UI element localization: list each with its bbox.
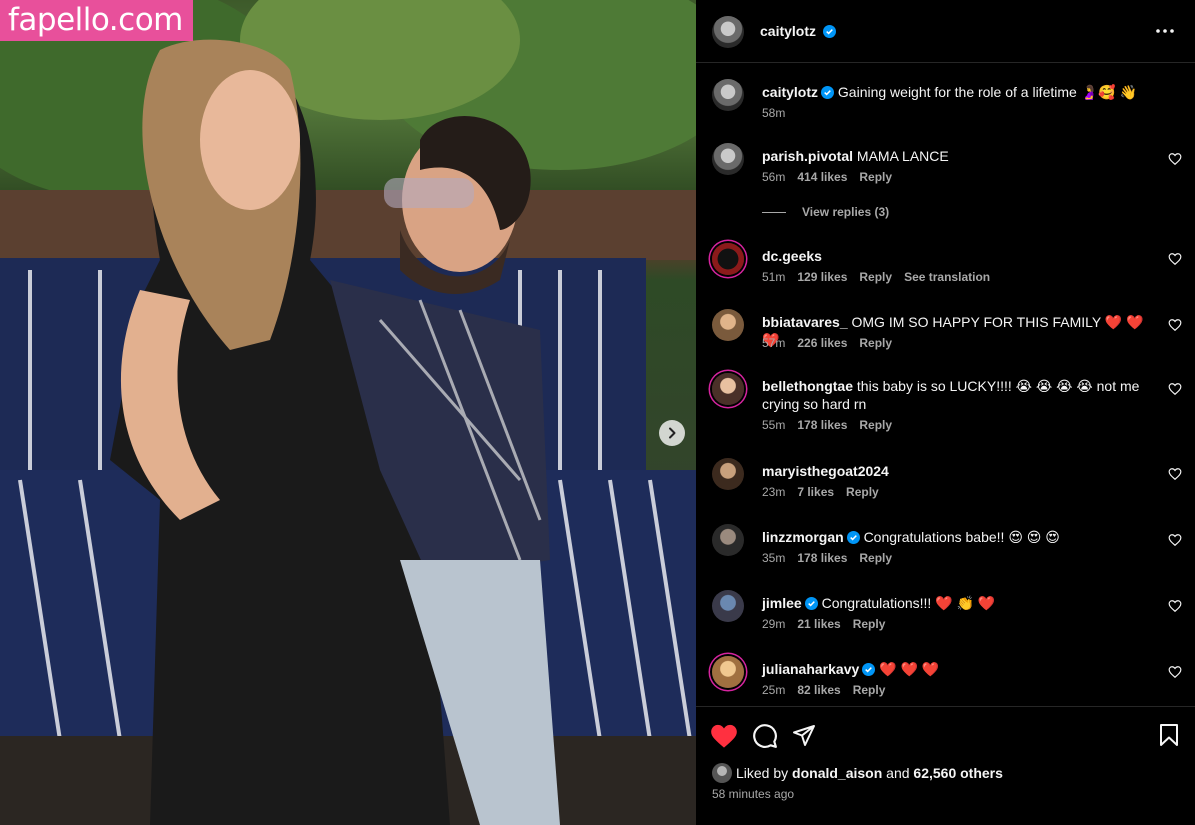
comment-time: 55m xyxy=(762,418,786,432)
like-icon[interactable] xyxy=(710,723,738,749)
comment-likes[interactable]: 178 likes xyxy=(797,418,847,432)
comment-time: 57m xyxy=(762,336,786,350)
likes-summary[interactable]: Liked by donald_aison and 62,560 others xyxy=(736,765,1003,781)
commenter-username[interactable]: jimlee xyxy=(762,595,802,611)
like-comment-icon[interactable] xyxy=(1168,152,1182,166)
post-header: caitylotz xyxy=(696,0,1195,63)
comment-time: 56m xyxy=(762,170,786,184)
commenter-avatar[interactable] xyxy=(712,590,744,622)
commenter-avatar[interactable] xyxy=(712,373,744,405)
like-comment-icon[interactable] xyxy=(1168,318,1182,332)
photo-illustration xyxy=(0,0,696,825)
reply-button[interactable]: Reply xyxy=(859,170,892,184)
caption-text: Gaining weight for the role of a lifetim… xyxy=(837,84,1137,100)
post-sidebar: caitylotz caitylotz Gaining weight for t… xyxy=(696,0,1195,825)
comment-time: 23m xyxy=(762,485,786,499)
comments-list[interactable]: caitylotz Gaining weight for the role of… xyxy=(696,64,1195,706)
caption-username[interactable]: caitylotz xyxy=(762,84,818,100)
reply-button[interactable]: Reply xyxy=(846,485,879,499)
like-comment-icon[interactable] xyxy=(1168,533,1182,547)
next-image-button[interactable] xyxy=(659,420,685,446)
comment-time: 35m xyxy=(762,551,786,565)
commenter-username[interactable]: linzzmorgan xyxy=(762,529,844,545)
commenter-username[interactable]: dc.geeks xyxy=(762,248,822,264)
comment-icon[interactable] xyxy=(752,723,778,749)
verified-badge-icon xyxy=(821,86,835,99)
comment-time: 29m xyxy=(762,617,786,631)
like-comment-icon[interactable] xyxy=(1168,382,1182,396)
verified-badge-icon xyxy=(823,25,837,38)
author-avatar[interactable] xyxy=(712,79,744,111)
like-comment-icon[interactable] xyxy=(1168,467,1182,481)
comment-likes[interactable]: 414 likes xyxy=(797,170,847,184)
bookmark-icon[interactable] xyxy=(1158,723,1180,747)
see-translation-button[interactable]: See translation xyxy=(904,270,990,284)
commenter-username[interactable]: bellethongtae xyxy=(762,378,853,394)
comment-time: 25m xyxy=(762,683,786,697)
commenter-username[interactable]: julianaharkavy xyxy=(762,661,859,677)
reply-button[interactable]: Reply xyxy=(853,617,886,631)
commenter-avatar[interactable] xyxy=(712,243,744,275)
commenter-avatar[interactable] xyxy=(712,143,744,175)
comment-likes[interactable]: 178 likes xyxy=(797,551,847,565)
verified-badge-icon xyxy=(804,597,818,610)
post-photo[interactable]: fapello.com xyxy=(0,0,696,825)
commenter-avatar[interactable] xyxy=(712,524,744,556)
comment-likes[interactable]: 7 likes xyxy=(797,485,834,499)
comment-text: ❤️ ❤️ ❤️ xyxy=(879,661,940,677)
liker-username[interactable]: donald_aison xyxy=(792,765,882,781)
reply-button[interactable]: Reply xyxy=(859,551,892,565)
watermark: fapello.com xyxy=(0,0,193,41)
post-actions: Liked by donald_aison and 62,560 others … xyxy=(696,706,1195,825)
liked-by-and: and xyxy=(886,765,910,781)
comment-likes[interactable]: 129 likes xyxy=(797,270,847,284)
like-comment-icon[interactable] xyxy=(1168,599,1182,613)
comment-text: MAMA LANCE xyxy=(856,148,949,164)
likes-count[interactable]: 62,560 others xyxy=(913,765,1003,781)
reply-button[interactable]: Reply xyxy=(853,683,886,697)
commenter-avatar[interactable] xyxy=(712,309,744,341)
commenter-username[interactable]: maryisthegoat2024 xyxy=(762,463,889,479)
more-options-icon[interactable] xyxy=(1152,22,1178,40)
commenter-username[interactable]: bbiatavares_ xyxy=(762,314,848,330)
view-replies-button[interactable]: View replies (3) xyxy=(762,205,889,219)
comment-time: 51m xyxy=(762,270,786,284)
verified-badge-icon xyxy=(846,531,860,544)
commenter-avatar[interactable] xyxy=(712,656,744,688)
chevron-right-icon xyxy=(669,427,676,439)
author-avatar[interactable] xyxy=(712,16,744,48)
author-username[interactable]: caitylotz xyxy=(760,23,816,39)
liker-avatar[interactable] xyxy=(712,763,732,783)
like-comment-icon[interactable] xyxy=(1168,665,1182,679)
caption-time: 58m xyxy=(762,106,786,120)
share-icon[interactable] xyxy=(792,723,816,747)
like-comment-icon[interactable] xyxy=(1168,252,1182,266)
commenter-avatar[interactable] xyxy=(712,458,744,490)
comment-likes[interactable]: 82 likes xyxy=(797,683,840,697)
reply-button[interactable]: Reply xyxy=(859,418,892,432)
liked-by-prefix: Liked by xyxy=(736,765,789,781)
reply-button[interactable]: Reply xyxy=(859,336,892,350)
comment-text: Congratulations!!! ❤️ 👏 ❤️ xyxy=(821,595,996,611)
comment-text: Congratulations babe!! 😍 😍 😍 xyxy=(863,529,1060,545)
post-timestamp[interactable]: 58 minutes ago xyxy=(712,787,794,801)
verified-badge-icon xyxy=(862,663,876,676)
comment-likes[interactable]: 21 likes xyxy=(797,617,840,631)
commenter-username[interactable]: parish.pivotal xyxy=(762,148,853,164)
reply-button[interactable]: Reply xyxy=(859,270,892,284)
comment-likes[interactable]: 226 likes xyxy=(797,336,847,350)
